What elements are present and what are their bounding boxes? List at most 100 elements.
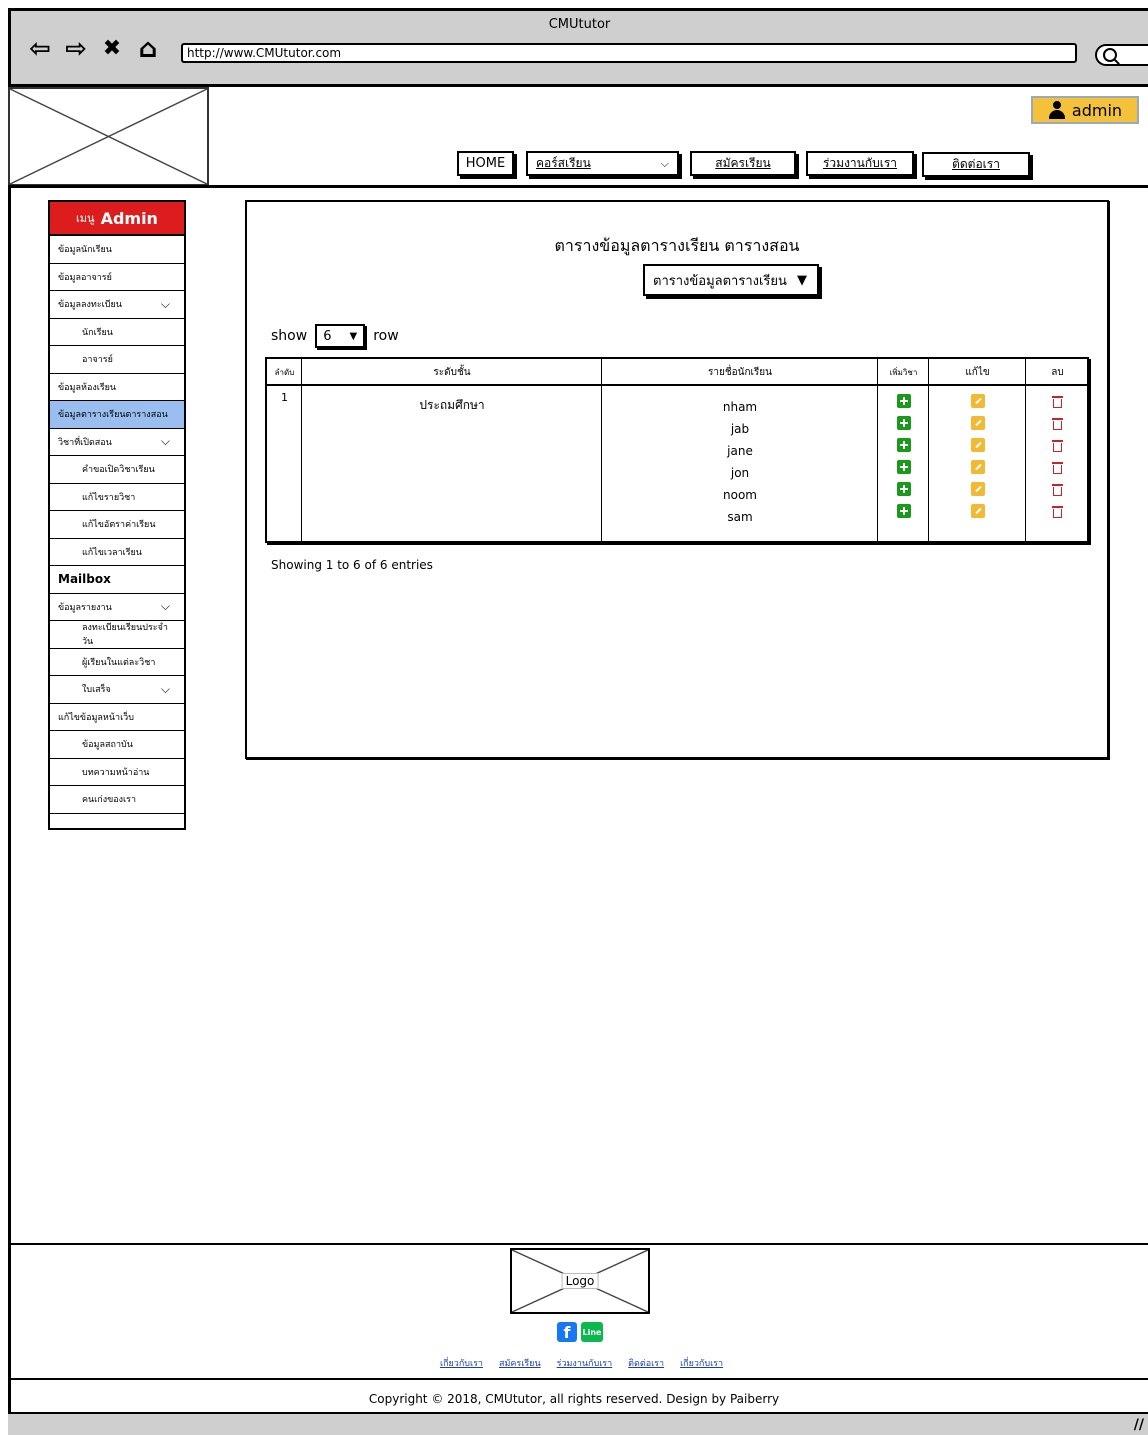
row-label: row bbox=[373, 328, 399, 344]
sidebar-item[interactable]: ข้อมูลรายงาน ⌵ bbox=[50, 594, 184, 621]
sidebar-item[interactable]: ข้อมูลลงทะเบียน ⌵ bbox=[50, 291, 184, 319]
sidebar-item-label: วิชาที่เปิดสอน bbox=[58, 437, 112, 448]
table-type-select[interactable]: ตารางข้อมูลตารางเรียน ▼ bbox=[643, 264, 819, 296]
home-icon[interactable]: ⌂ bbox=[133, 35, 163, 63]
footer-logo-label: Logo bbox=[561, 1273, 599, 1289]
student-name: jane bbox=[727, 444, 753, 458]
add-actions bbox=[878, 359, 929, 541]
browser-nav: ⇦ ⇨ ✖ ⌂ bbox=[25, 35, 163, 63]
sidebar-item-label: แก้ไขรายวิชา bbox=[82, 492, 136, 503]
nav-register[interactable]: สมัครเรียน bbox=[690, 151, 796, 176]
sidebar-item[interactable]: ข้อมูลตารางเรียนตารางสอน bbox=[50, 401, 184, 429]
sidebar-item[interactable]: อาจารย์ bbox=[50, 346, 184, 374]
trash-icon[interactable] bbox=[1052, 504, 1063, 518]
trash-icon[interactable] bbox=[1052, 460, 1063, 474]
browser-search[interactable] bbox=[1095, 44, 1148, 66]
footer-link[interactable]: สมัครเรียน bbox=[499, 1356, 541, 1370]
nav-contact-label: ติดต่อเรา bbox=[952, 157, 1000, 171]
student-name: nham bbox=[722, 400, 758, 414]
page-title: ตารางข้อมูลตารางเรียน ตารางสอน bbox=[554, 236, 800, 255]
nav-partner-label: ร่วมงานกับเรา bbox=[822, 156, 898, 170]
footer-link[interactable]: เกี่ยวกับเรา bbox=[440, 1356, 483, 1370]
footer-logo[interactable]: Logo bbox=[510, 1248, 650, 1314]
action-cell bbox=[896, 412, 911, 434]
th-no: ลำดับ bbox=[274, 368, 295, 377]
footer-link[interactable]: ร่วมงานกับเรา bbox=[557, 1356, 613, 1370]
page-size-value: 6 bbox=[323, 328, 332, 344]
window-title: CMUtutor bbox=[548, 17, 611, 32]
sidebar-item-label: ข้อมูลลงทะเบียน bbox=[58, 300, 122, 311]
sidebar-item[interactable]: ผู้เรียนในแต่ละวิชา bbox=[50, 649, 184, 676]
trash-icon[interactable] bbox=[1052, 416, 1063, 430]
student-list: nham jab jane jon noom sam bbox=[602, 359, 878, 541]
resize-handle-icon[interactable]: // bbox=[1134, 1417, 1144, 1433]
admin-label: admin bbox=[1071, 100, 1123, 120]
edit-icon[interactable] bbox=[970, 394, 985, 408]
add-course-icon[interactable] bbox=[896, 416, 911, 430]
delete-actions bbox=[1026, 359, 1089, 541]
back-arrow-icon[interactable]: ⇦ bbox=[25, 35, 55, 63]
sidebar-item[interactable]: วิชาที่เปิดสอน ⌵ bbox=[50, 429, 184, 456]
action-cell bbox=[970, 456, 985, 478]
sidebar-item[interactable]: ข้อมูลนักเรียน bbox=[50, 236, 184, 264]
nav-home[interactable]: HOME bbox=[457, 151, 514, 176]
site-logo-placeholder[interactable] bbox=[8, 87, 209, 186]
chevron-down-icon: ⌵ bbox=[160, 296, 170, 311]
add-course-icon[interactable] bbox=[896, 482, 911, 496]
sidebar-item[interactable]: Mailbox bbox=[50, 566, 184, 594]
action-cell bbox=[896, 478, 911, 500]
sidebar-item[interactable]: ข้อมูลห้องเรียน bbox=[50, 374, 184, 401]
delete-icons bbox=[1026, 390, 1089, 522]
sidebar-item[interactable]: ใบเสร็จ ⌵ bbox=[50, 676, 184, 704]
page-size-select[interactable]: 6 ▼ bbox=[315, 324, 366, 348]
close-icon[interactable]: ✖ bbox=[97, 35, 127, 63]
action-cell bbox=[1052, 412, 1063, 434]
caret-down-icon: ▼ bbox=[349, 330, 358, 342]
edit-icon[interactable] bbox=[970, 460, 985, 474]
sidebar-item[interactable]: แก้ไขข้อมูลหน้าเว็บ bbox=[50, 704, 184, 731]
sidebar-item-label: ใบเสร็จ bbox=[82, 685, 111, 696]
sidebar-item-label: อาจารย์ bbox=[82, 355, 113, 366]
footer-link[interactable]: ติดต่อเรา bbox=[628, 1356, 664, 1370]
nav-partner[interactable]: ร่วมงานกับเรา bbox=[806, 151, 914, 176]
sidebar-item[interactable]: แก้ไขอัตราค่าเรียน bbox=[50, 511, 184, 539]
action-cell bbox=[970, 412, 985, 434]
nav-courses-dropdown[interactable]: คอร์สเรียน ⌵ bbox=[526, 151, 679, 176]
edit-icon[interactable] bbox=[970, 438, 985, 452]
sidebar-item[interactable]: แก้ไขเวลาเรียน bbox=[50, 539, 184, 566]
sidebar-item-label: แก้ไขอัตราค่าเรียน bbox=[82, 520, 156, 531]
nav-register-label: สมัครเรียน bbox=[715, 156, 771, 170]
edit-icon[interactable] bbox=[970, 416, 985, 430]
sidebar-item-label: ข้อมูลสถาบัน bbox=[82, 740, 133, 751]
sidebar-item-label: คำขอเปิดวิชาเรียน bbox=[82, 465, 155, 476]
trash-icon[interactable] bbox=[1052, 438, 1063, 452]
copyright-divider bbox=[8, 1378, 1148, 1380]
sidebar-item[interactable]: คนเก่งของเรา bbox=[50, 786, 184, 814]
trash-icon[interactable] bbox=[1052, 482, 1063, 496]
nav-contact[interactable]: ติดต่อเรา bbox=[922, 152, 1030, 177]
footer-link[interactable]: เกี่ยวกับเรา bbox=[680, 1356, 723, 1370]
sidebar-item[interactable]: บทความหน้าอ่าน bbox=[50, 759, 184, 786]
admin-button[interactable]: admin bbox=[1031, 96, 1139, 124]
add-course-icon[interactable] bbox=[896, 438, 911, 452]
sidebar-item[interactable]: ข้อมูลอาจารย์ bbox=[50, 264, 184, 291]
url-bar[interactable]: http://www.CMUtutor.com bbox=[181, 43, 1077, 63]
edit-icon[interactable] bbox=[970, 504, 985, 518]
action-cell bbox=[896, 456, 911, 478]
sidebar-item-label: Mailbox bbox=[58, 572, 111, 587]
add-course-icon[interactable] bbox=[896, 504, 911, 518]
sidebar-item[interactable]: นักเรียน bbox=[50, 319, 184, 346]
sidebar-item[interactable]: ลงทะเบียนเรียนประจำวัน bbox=[50, 621, 184, 649]
edit-icon[interactable] bbox=[970, 482, 985, 496]
sidebar-item[interactable]: คำขอเปิดวิชาเรียน bbox=[50, 456, 184, 484]
sidebar-item[interactable]: แก้ไขรายวิชา bbox=[50, 484, 184, 511]
sidebar-header: เมนู Admin bbox=[50, 202, 184, 236]
sidebar-item[interactable]: ข้อมูลสถาบัน bbox=[50, 731, 184, 759]
line-icon[interactable]: Line bbox=[581, 1322, 603, 1342]
trash-icon[interactable] bbox=[1052, 394, 1063, 408]
add-course-icon[interactable] bbox=[896, 460, 911, 474]
facebook-icon[interactable]: f bbox=[557, 1322, 577, 1342]
add-course-icon[interactable] bbox=[896, 394, 911, 408]
action-cell bbox=[970, 500, 985, 522]
forward-arrow-icon[interactable]: ⇨ bbox=[61, 35, 91, 63]
